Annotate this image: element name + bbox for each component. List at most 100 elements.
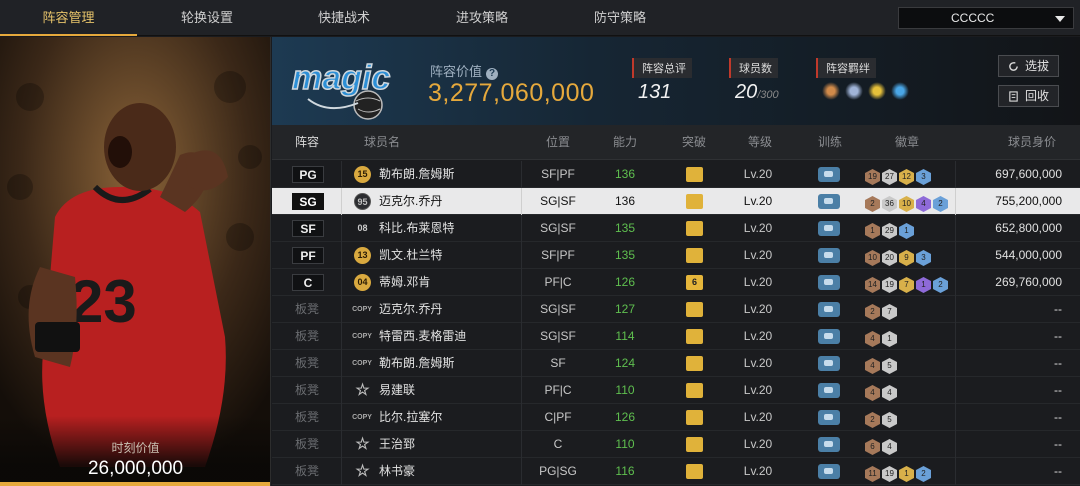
chemistry-icons[interactable]: [822, 82, 914, 102]
crown-icon[interactable]: [686, 356, 703, 371]
player-name-cell[interactable]: ☆ 王治郅: [342, 431, 522, 458]
tab-offense-strategy[interactable]: 进攻策略: [411, 0, 553, 36]
crown-icon[interactable]: [686, 194, 703, 209]
badge-emblems[interactable]: 44: [865, 382, 899, 401]
player-name-cell[interactable]: COPY 迈克尔.乔丹: [342, 296, 522, 323]
badge-emblems[interactable]: 10 20 9 3: [865, 247, 933, 266]
training-icon[interactable]: [818, 167, 840, 182]
tab-defense-strategy[interactable]: 防守策略: [553, 0, 687, 36]
player-name-cell[interactable]: COPY 勒布朗.詹姆斯: [342, 350, 522, 377]
badge-emblems[interactable]: 14 19 7 1 2: [865, 274, 950, 293]
lineup-slot[interactable]: SG: [272, 188, 342, 215]
filter-button[interactable]: 选拔: [998, 55, 1059, 77]
crown-icon[interactable]: [686, 383, 703, 398]
table-row[interactable]: SF 08 科比.布莱恩特 SG|SF 135 Lv.20 1 29 1 652,800,000: [272, 215, 1080, 242]
column-training[interactable]: 训练: [802, 125, 858, 160]
table-row[interactable]: C 04 蒂姆.邓肯 PF|C 126 6 Lv.20 14 19 7 1 2 269,760,000: [272, 269, 1080, 296]
lineup-select-dropdown[interactable]: CCCCC: [898, 7, 1074, 29]
crown-icon[interactable]: [686, 167, 703, 182]
player-name-cell[interactable]: ☆ 林书豪: [342, 458, 522, 485]
column-breakthrough[interactable]: 突破: [656, 125, 732, 160]
chemistry-gold-icon[interactable]: [868, 82, 886, 100]
badge-emblems[interactable]: 64: [865, 436, 899, 455]
player-moment-card[interactable]: 23 时刻价值 26,000,000: [0, 37, 271, 486]
lineup-slot[interactable]: C: [272, 269, 342, 296]
table-row[interactable]: 板凳 COPY 勒布朗.詹姆斯 SF 124 Lv.20 4 5 --: [272, 350, 1080, 377]
chemistry-bronze-icon[interactable]: [822, 82, 840, 100]
lineup-slot[interactable]: 板凳: [272, 377, 342, 404]
table-row[interactable]: SG 95 迈克尔.乔丹 SG|SF 136 Lv.20 2 36 10 4 2 755,200,00…: [272, 188, 1080, 215]
player-name-cell[interactable]: 13 凯文.杜兰特: [342, 242, 522, 269]
lineup-slot[interactable]: 板凳: [272, 296, 342, 323]
column-ability[interactable]: 能力: [594, 125, 656, 160]
column-badges[interactable]: 徽章: [872, 125, 942, 160]
crown-icon[interactable]: [686, 302, 703, 317]
table-row[interactable]: 板凳 COPY 比尔.拉塞尔 C|PF 126 Lv.20 2 5 --: [272, 404, 1080, 431]
badge-emblems[interactable]: 11 19 1 2: [865, 463, 933, 482]
player-name: 凯文.杜兰特: [379, 248, 443, 262]
recycle-button[interactable]: 回收: [998, 85, 1059, 107]
tab-rotation-settings[interactable]: 轮换设置: [137, 0, 277, 36]
lineup-slot[interactable]: 板凳: [272, 431, 342, 458]
player-name-cell[interactable]: 95 迈克尔.乔丹: [342, 188, 522, 215]
badge-emblems[interactable]: 19 27 12 3: [865, 166, 933, 185]
column-lineup[interactable]: 阵容: [272, 125, 342, 160]
badge-emblems[interactable]: 1 29 1: [865, 220, 916, 239]
player-level: Lv.20: [743, 329, 773, 343]
lineup-slot[interactable]: 板凳: [272, 350, 342, 377]
training-icon[interactable]: [818, 464, 840, 479]
player-name-cell[interactable]: 08 科比.布莱恩特: [342, 215, 522, 242]
crown-icon[interactable]: [686, 221, 703, 236]
column-player-name[interactable]: 球员名: [342, 125, 422, 160]
column-player-value[interactable]: 球员身价: [992, 125, 1072, 160]
training-icon[interactable]: [818, 356, 840, 371]
training-icon[interactable]: [818, 194, 840, 209]
badge-emblems[interactable]: 41: [865, 328, 899, 347]
table-row[interactable]: 板凳 ☆ 易建联 PF|C 110 Lv.20 4 4 --: [272, 377, 1080, 404]
training-icon[interactable]: [818, 329, 840, 344]
column-level[interactable]: 等级: [732, 125, 788, 160]
table-row[interactable]: 板凳 ☆ 林书豪 PG|SG 116 Lv.20 11 19 1 2 --: [272, 458, 1080, 485]
training-icon[interactable]: [818, 221, 840, 236]
badge-emblems[interactable]: 25: [865, 409, 899, 428]
chemistry-blue-icon[interactable]: [891, 82, 909, 100]
table-row[interactable]: 板凳 COPY 迈克尔.乔丹 SG|SF 127 Lv.20 2 7 --: [272, 296, 1080, 323]
table-row[interactable]: 板凳 COPY 特雷西.麦格雷迪 SG|SF 114 Lv.20 4 1 --: [272, 323, 1080, 350]
training-icon[interactable]: [818, 302, 840, 317]
player-name-cell[interactable]: COPY 比尔.拉塞尔: [342, 404, 522, 431]
chevron-down-icon: [1055, 16, 1065, 22]
lineup-slot[interactable]: 板凳: [272, 404, 342, 431]
team-logo[interactable]: magic: [288, 43, 418, 123]
crown-icon[interactable]: [686, 464, 703, 479]
training-icon[interactable]: [818, 383, 840, 398]
player-ability: 124: [614, 356, 636, 370]
table-row[interactable]: 板凳 ☆ 王治郅 C 110 Lv.20 6 4 --: [272, 431, 1080, 458]
crown-icon[interactable]: [686, 437, 703, 452]
lineup-slot[interactable]: 板凳: [272, 458, 342, 485]
tab-quick-tactics[interactable]: 快捷战术: [277, 0, 411, 36]
crown-icon[interactable]: [686, 248, 703, 263]
badge-emblems[interactable]: 45: [865, 355, 899, 374]
lineup-slot[interactable]: 板凳: [272, 323, 342, 350]
breakthrough-badge[interactable]: 6: [686, 275, 703, 290]
training-icon[interactable]: [818, 248, 840, 263]
table-row[interactable]: PG 15 勒布朗.詹姆斯 SF|PF 136 Lv.20 19 27 12 3 697,600,0…: [272, 161, 1080, 188]
player-name-cell[interactable]: 04 蒂姆.邓肯: [342, 269, 522, 296]
tab-lineup-management[interactable]: 阵容管理: [0, 0, 137, 36]
player-name-cell[interactable]: 15 勒布朗.詹姆斯: [342, 161, 522, 188]
lineup-slot[interactable]: SF: [272, 215, 342, 242]
player-name-cell[interactable]: ☆ 易建联: [342, 377, 522, 404]
crown-icon[interactable]: [686, 410, 703, 425]
chemistry-silver-icon[interactable]: [845, 82, 863, 100]
training-icon[interactable]: [818, 410, 840, 425]
training-icon[interactable]: [818, 275, 840, 290]
badge-emblems[interactable]: 27: [865, 301, 899, 320]
table-row[interactable]: PF 13 凯文.杜兰特 SF|PF 135 Lv.20 10 20 9 3 544,000,000: [272, 242, 1080, 269]
player-name-cell[interactable]: COPY 特雷西.麦格雷迪: [342, 323, 522, 350]
lineup-slot[interactable]: PF: [272, 242, 342, 269]
badge-emblems[interactable]: 2 36 10 4 2: [865, 193, 950, 212]
crown-icon[interactable]: [686, 329, 703, 344]
column-position[interactable]: 位置: [522, 125, 594, 160]
lineup-slot[interactable]: PG: [272, 161, 342, 188]
training-icon[interactable]: [818, 437, 840, 452]
